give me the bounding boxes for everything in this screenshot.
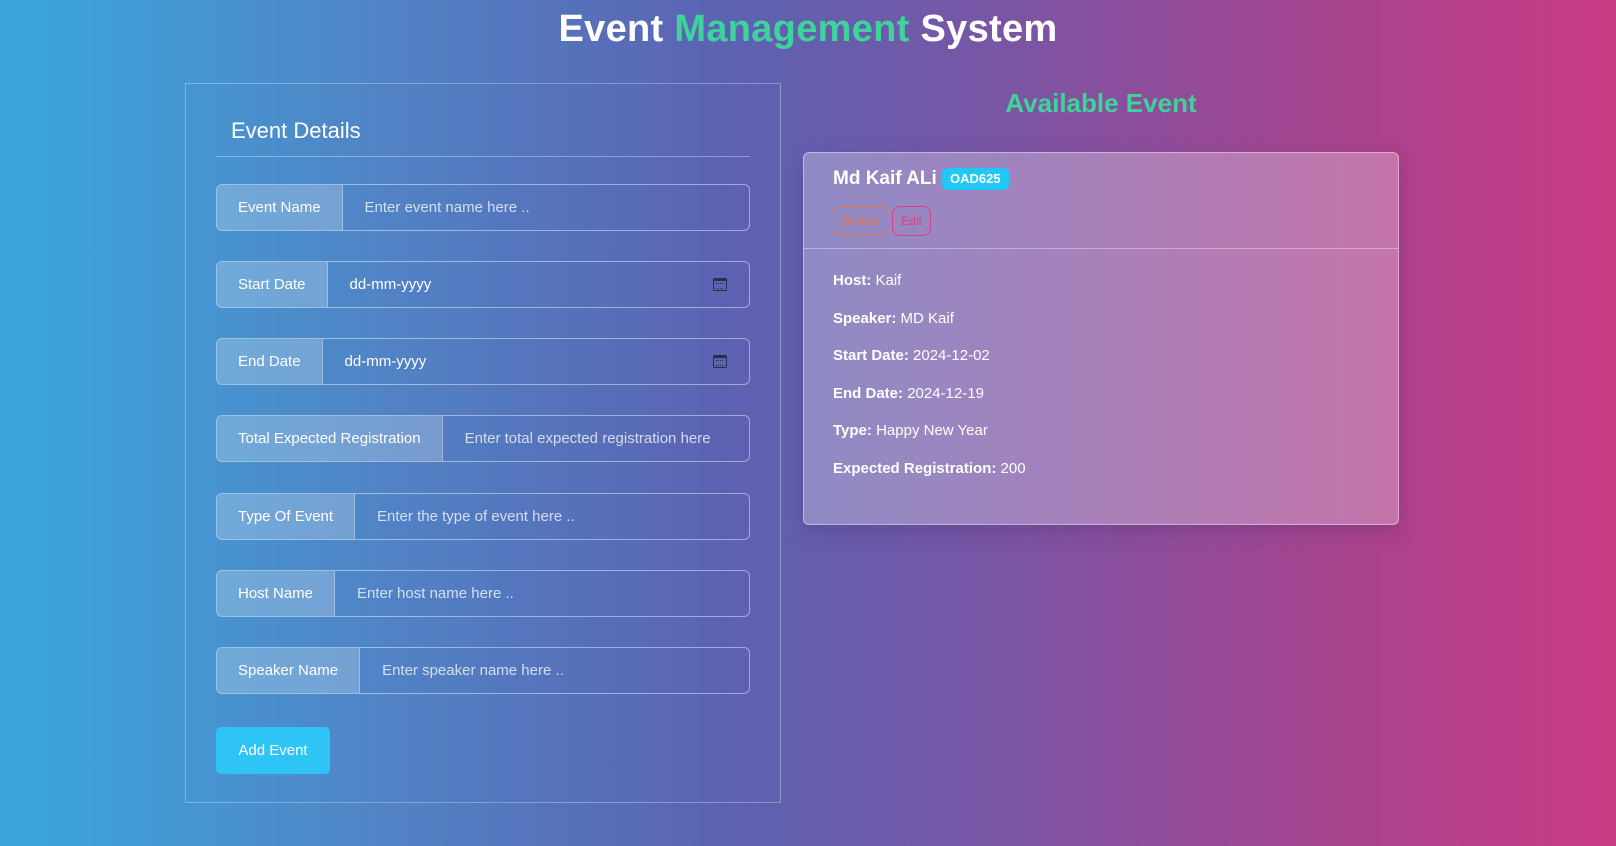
calendar-icon[interactable] [713,355,727,368]
event-name-label: Event Name [217,185,343,230]
detail-host-value: Kaif [875,272,902,289]
detail-start-date: Start Date: 2024-12-02 [833,347,990,364]
form-divider [216,156,750,157]
detail-host-label: Host: [833,272,872,289]
detail-type-value: Happy New Year [876,422,988,439]
total-registration-field: Total Expected Registration [216,415,750,462]
event-id-badge: OAD625 [942,168,1009,190]
detail-registration-value: 200 [1000,460,1026,477]
event-name-field: Event Name [216,184,750,231]
total-registration-label: Total Expected Registration [217,416,443,461]
start-date-field: Start Date dd-mm-yyyy [216,261,750,308]
speaker-name-input[interactable] [360,648,749,693]
detail-registration-label: Expected Registration: [833,460,997,477]
form-heading: Event Details [231,118,361,143]
detail-registration: Expected Registration: 200 [833,460,1026,477]
detail-speaker: Speaker: MD Kaif [833,310,954,327]
event-card: Md Kaif ALi OAD625 Delete Edit Host: Kai… [803,152,1399,525]
total-registration-input[interactable] [442,416,749,461]
start-date-input[interactable]: dd-mm-yyyy [328,262,749,307]
end-date-label: End Date [217,339,323,384]
event-type-field: Type Of Event [216,493,750,540]
delete-button[interactable]: Delete [833,206,888,236]
host-name-input[interactable] [335,571,749,616]
detail-end-date-value: 2024-12-19 [907,385,984,402]
event-type-input[interactable] [355,494,749,539]
event-card-name: Md Kaif ALi [833,168,937,189]
start-date-label: Start Date [217,262,328,307]
title-word-system: System [920,8,1058,50]
detail-type: Type: Happy New Year [833,422,988,439]
host-name-label: Host Name [217,571,336,616]
detail-speaker-value: MD Kaif [900,310,954,327]
event-name-input[interactable] [342,185,749,230]
detail-speaker-label: Speaker: [833,310,897,327]
event-form-panel: Event Details Event Name Start Date dd-m… [185,83,781,803]
detail-start-date-value: 2024-12-02 [913,347,990,364]
detail-type-label: Type: [833,422,872,439]
end-date-field: End Date dd-mm-yyyy [216,338,750,385]
event-type-label: Type Of Event [217,494,356,539]
page-title: Event Management System [0,8,1616,51]
title-word-event: Event [558,8,664,50]
speaker-name-field: Speaker Name [216,647,750,694]
detail-end-date: End Date: 2024-12-19 [833,385,984,402]
event-card-header: Md Kaif ALi OAD625 Delete Edit [804,153,1398,249]
start-date-value: dd-mm-yyyy [349,276,432,293]
edit-button[interactable]: Edit [892,206,931,236]
add-event-button[interactable]: Add Event [216,727,330,774]
detail-end-date-label: End Date: [833,385,904,402]
detail-host: Host: Kaif [833,272,901,289]
available-event-title: Available Event [1005,88,1197,118]
host-name-field: Host Name [216,570,750,617]
title-word-management: Management [674,8,910,50]
calendar-icon[interactable] [713,278,727,291]
speaker-name-label: Speaker Name [217,648,361,693]
detail-start-date-label: Start Date: [833,347,909,364]
end-date-input[interactable]: dd-mm-yyyy [323,339,749,384]
end-date-value: dd-mm-yyyy [344,353,427,370]
